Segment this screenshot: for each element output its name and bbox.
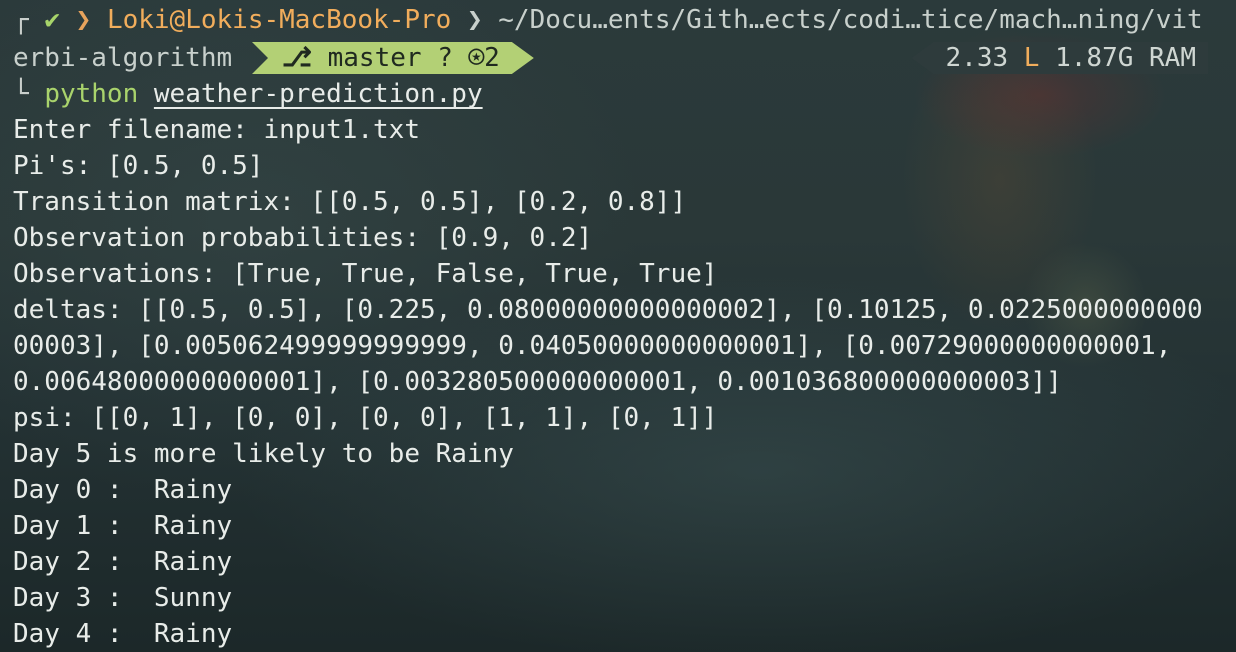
command-line: └ python weather-prediction.py	[13, 76, 483, 112]
output-line: psi: [[0, 1], [0, 0], [0, 0], [1, 1], [0…	[13, 403, 718, 433]
output-line: Day 5 is more likely to be Rainy	[13, 439, 514, 469]
git-status-flags: ? ⍟2	[437, 43, 500, 73]
system-resources-segment: 2.33 L 1.87G RAM	[911, 42, 1208, 74]
git-branch-icon: ⎇	[282, 43, 312, 73]
prompt-path-continued: erbi-algorithm	[13, 40, 232, 76]
output-line: 0.00648000000000001], [0.003280500000000…	[13, 367, 1062, 397]
path-separator-icon: ❯	[466, 5, 483, 35]
load-label: L	[1023, 43, 1040, 73]
git-status-segment: ⎇ master ? ⍟2	[252, 42, 534, 74]
ram-usage: 1.87G RAM	[1055, 43, 1196, 73]
command-name: python	[44, 79, 139, 109]
output-line: Day 4 : Rainy	[13, 619, 233, 649]
output-line: Day 1 : Rainy	[13, 511, 233, 541]
prompt-bottom-corner: └	[13, 79, 29, 109]
user-host: Loki@Lokis-MacBook-Pro	[106, 5, 452, 35]
git-branch-name: master	[327, 43, 422, 73]
terminal-window[interactable]: ┌ ✔ ❯ Loki@Lokis-MacBook-Pro ❯ ~/Docu…en…	[0, 0, 1236, 652]
current-path: ~/Docu…ents/Gith…ects/codi…tice/mach…nin…	[498, 5, 1203, 35]
output-line: Enter filename: input1.txt	[13, 115, 420, 145]
prompt-separator-icon: ❯	[75, 5, 92, 35]
command-argument: weather-prediction.py	[153, 79, 483, 109]
output-line: Observation probabilities: [0.9, 0.2]	[13, 223, 593, 253]
load-average: 2.33	[945, 43, 1009, 73]
current-path-tail: erbi-algorithm	[13, 43, 233, 73]
output-line: Pi's: [0.5, 0.5]	[13, 151, 264, 181]
output-line: Day 3 : Sunny	[13, 583, 233, 613]
prompt-top-corner: ┌	[13, 5, 29, 35]
status-check-icon: ✔	[44, 5, 60, 35]
output-line: deltas: [[0.5, 0.5], [0.225, 0.080000000…	[13, 295, 1203, 325]
output-line: 00003], [0.005062499999999999, 0.0405000…	[13, 331, 1172, 361]
output-line: Observations: [True, True, False, True, …	[13, 259, 718, 289]
output-line: Transition matrix: [[0.5, 0.5], [0.2, 0.…	[13, 187, 687, 217]
output-line: Day 2 : Rainy	[13, 547, 233, 577]
prompt-line: ┌ ✔ ❯ Loki@Lokis-MacBook-Pro ❯ ~/Docu…en…	[13, 2, 1203, 38]
output-line: Day 0 : Rainy	[13, 475, 233, 505]
